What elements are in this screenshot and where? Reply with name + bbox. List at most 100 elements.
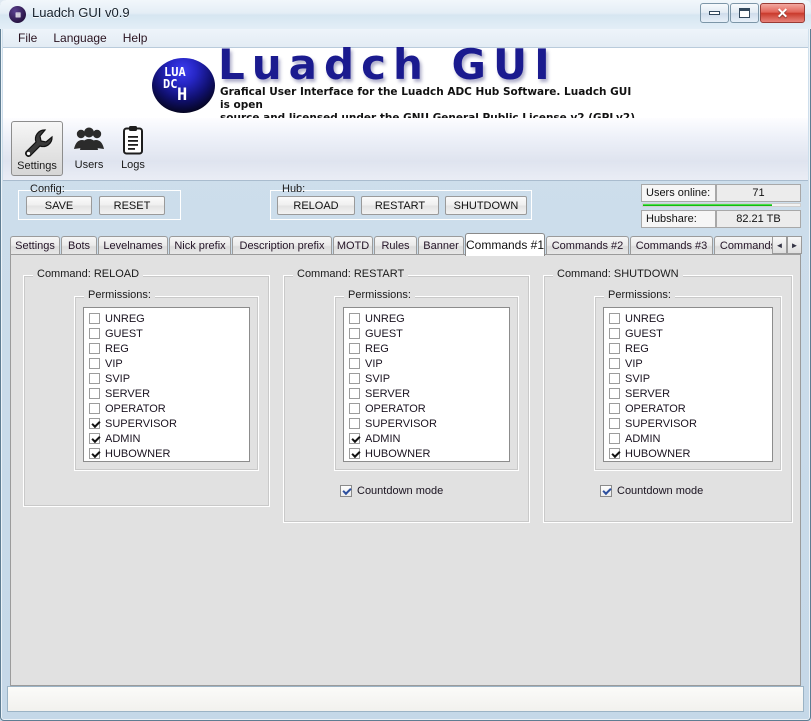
permission-label: SERVER <box>625 387 671 400</box>
permission-checkbox-vip[interactable] <box>349 358 360 369</box>
minimize-button[interactable] <box>700 3 729 23</box>
permission-checkbox-svip[interactable] <box>349 373 360 384</box>
permission-checkbox-supervisor[interactable] <box>609 418 620 429</box>
tab-settings[interactable]: Settings <box>10 236 60 255</box>
permission-item-unreg[interactable]: UNREG <box>349 311 509 326</box>
menu-item-help[interactable]: Help <box>115 30 156 46</box>
permission-label: SVIP <box>365 372 391 385</box>
permission-checkbox-hubowner[interactable] <box>349 448 360 459</box>
permission-checkbox-svip[interactable] <box>89 373 100 384</box>
tab-levelnames[interactable]: Levelnames <box>98 236 168 255</box>
permission-item-server[interactable]: SERVER <box>349 386 509 401</box>
permission-checkbox-svip[interactable] <box>609 373 620 384</box>
permission-checkbox-hubowner[interactable] <box>609 448 620 459</box>
countdown-mode-row[interactable]: Countdown mode <box>340 485 443 497</box>
tab-strip: Settings Bots Levelnames Nick prefix Descrip… <box>10 233 802 256</box>
permission-checkbox-server[interactable] <box>349 388 360 399</box>
permission-item-server[interactable]: SERVER <box>609 386 772 401</box>
permission-checkbox-admin[interactable] <box>89 433 100 444</box>
permission-checkbox-operator[interactable] <box>349 403 360 414</box>
permission-label: HUBOWNER <box>105 447 171 460</box>
permission-checkbox-unreg[interactable] <box>349 313 360 324</box>
permission-checkbox-guest[interactable] <box>349 328 360 339</box>
toolbar-button-settings[interactable]: Settings <box>11 121 63 176</box>
permission-item-admin[interactable]: ADMIN <box>89 431 249 446</box>
reset-button[interactable]: RESET <box>99 196 165 215</box>
permission-checkbox-server[interactable] <box>89 388 100 399</box>
permission-checkbox-vip[interactable] <box>89 358 100 369</box>
tab-commands-1[interactable]: Commands #1 <box>465 233 545 256</box>
tab-nick-prefix[interactable]: Nick prefix <box>169 236 231 255</box>
hubshare-row: Hubshare: 82.21 TB <box>641 210 801 228</box>
permission-item-admin[interactable]: ADMIN <box>349 431 509 446</box>
menu-item-file[interactable]: File <box>10 30 45 46</box>
maximize-button[interactable] <box>730 3 759 23</box>
permission-item-guest[interactable]: GUEST <box>349 326 509 341</box>
permission-item-hubowner[interactable]: HUBOWNER <box>349 446 509 461</box>
permission-item-vip[interactable]: VIP <box>349 356 509 371</box>
permission-item-hubowner[interactable]: HUBOWNER <box>609 446 772 461</box>
permission-item-svip[interactable]: SVIP <box>89 371 249 386</box>
menu-item-language[interactable]: Language <box>45 30 114 46</box>
permission-checkbox-hubowner[interactable] <box>89 448 100 459</box>
tab-rules[interactable]: Rules <box>374 236 417 255</box>
tab-scroll-right-button[interactable]: ► <box>787 236 802 254</box>
permission-checkbox-vip[interactable] <box>609 358 620 369</box>
permission-checkbox-operator[interactable] <box>89 403 100 414</box>
permission-checkbox-admin[interactable] <box>349 433 360 444</box>
permission-checkbox-unreg[interactable] <box>89 313 100 324</box>
permission-item-supervisor[interactable]: SUPERVISOR <box>609 416 772 431</box>
close-button[interactable]: ✕ <box>760 3 805 23</box>
permission-checkbox-reg[interactable] <box>89 343 100 354</box>
wrench-icon <box>20 126 54 158</box>
permission-checkbox-supervisor[interactable] <box>89 418 100 429</box>
permission-item-operator[interactable]: OPERATOR <box>89 401 249 416</box>
permission-checkbox-guest[interactable] <box>89 328 100 339</box>
permission-item-unreg[interactable]: UNREG <box>89 311 249 326</box>
shutdown-button[interactable]: SHUTDOWN <box>445 196 527 215</box>
permission-item-reg[interactable]: REG <box>609 341 772 356</box>
minimize-icon <box>709 11 720 15</box>
tab-commands-3[interactable]: Commands #3 <box>630 236 713 255</box>
tab-description-prefix[interactable]: Description prefix <box>232 236 332 255</box>
permission-label: HUBOWNER <box>625 447 691 460</box>
countdown-mode-row[interactable]: Countdown mode <box>600 485 703 497</box>
permission-checkbox-unreg[interactable] <box>609 313 620 324</box>
tab-bots[interactable]: Bots <box>61 236 97 255</box>
permission-item-supervisor[interactable]: SUPERVISOR <box>89 416 249 431</box>
permission-item-vip[interactable]: VIP <box>609 356 772 371</box>
permission-item-hubowner[interactable]: HUBOWNER <box>89 446 249 461</box>
toolbar: Settings Users Logs <box>3 118 808 181</box>
permission-item-reg[interactable]: REG <box>349 341 509 356</box>
tab-scroll-left-button[interactable]: ◄ <box>772 236 787 254</box>
save-button[interactable]: SAVE <box>26 196 92 215</box>
tab-motd[interactable]: MOTD <box>333 236 373 255</box>
permission-item-unreg[interactable]: UNREG <box>609 311 772 326</box>
permission-checkbox-admin[interactable] <box>609 433 620 444</box>
permission-checkbox-supervisor[interactable] <box>349 418 360 429</box>
permission-label: ADMIN <box>105 432 141 445</box>
permission-checkbox-guest[interactable] <box>609 328 620 339</box>
permission-item-guest[interactable]: GUEST <box>89 326 249 341</box>
permission-item-reg[interactable]: REG <box>89 341 249 356</box>
permission-item-admin[interactable]: ADMIN <box>609 431 772 446</box>
permission-item-vip[interactable]: VIP <box>89 356 249 371</box>
restart-button[interactable]: RESTART <box>361 196 439 215</box>
permission-item-svip[interactable]: SVIP <box>609 371 772 386</box>
permission-item-supervisor[interactable]: SUPERVISOR <box>349 416 509 431</box>
permission-checkbox-reg[interactable] <box>349 343 360 354</box>
permission-checkbox-reg[interactable] <box>609 343 620 354</box>
permission-item-operator[interactable]: OPERATOR <box>349 401 509 416</box>
reload-button[interactable]: RELOAD <box>277 196 355 215</box>
permission-item-operator[interactable]: OPERATOR <box>609 401 772 416</box>
permission-item-svip[interactable]: SVIP <box>349 371 509 386</box>
toolbar-button-logs[interactable]: Logs <box>107 121 159 176</box>
permission-checkbox-server[interactable] <box>609 388 620 399</box>
tab-banner[interactable]: Banner <box>418 236 464 255</box>
countdown-mode-checkbox[interactable] <box>340 485 352 497</box>
tab-commands-2[interactable]: Commands #2 <box>546 236 629 255</box>
countdown-mode-checkbox[interactable] <box>600 485 612 497</box>
permission-item-server[interactable]: SERVER <box>89 386 249 401</box>
permission-checkbox-operator[interactable] <box>609 403 620 414</box>
permission-item-guest[interactable]: GUEST <box>609 326 772 341</box>
